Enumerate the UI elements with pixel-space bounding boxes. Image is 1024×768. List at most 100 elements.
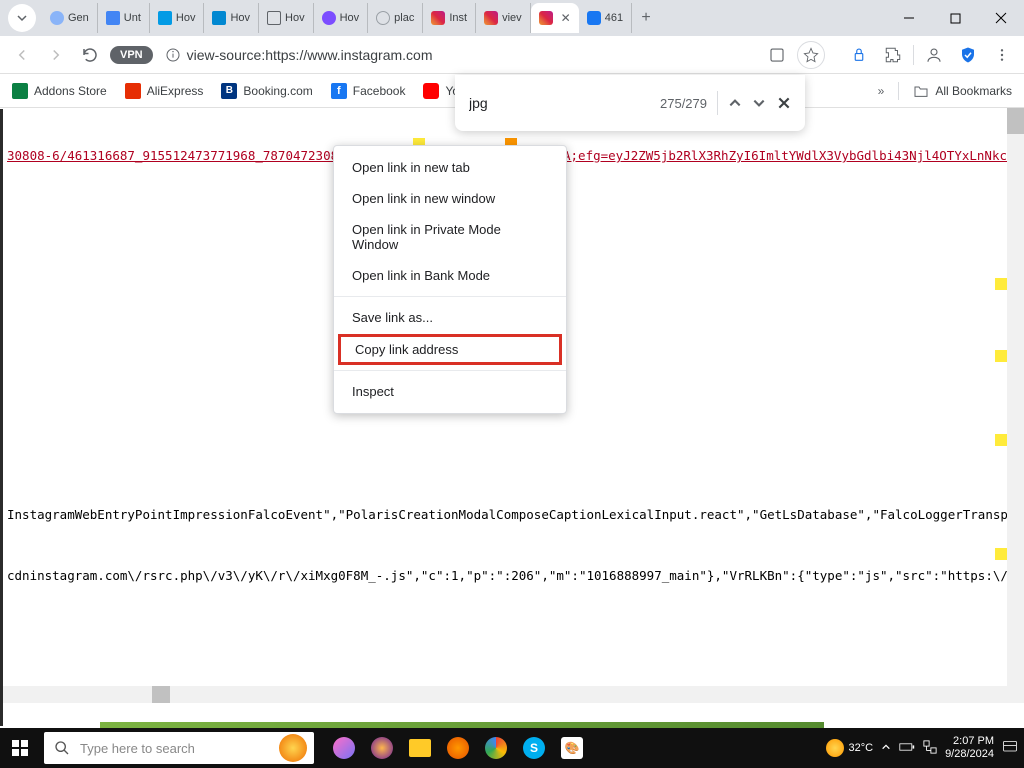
info-icon xyxy=(165,47,181,63)
find-bar: 275/279 xyxy=(455,75,805,131)
security-icon[interactable] xyxy=(845,41,873,69)
taskbar-chrome[interactable] xyxy=(481,733,511,763)
menu-separator xyxy=(334,296,566,297)
tab-strip: Gen Unt Hov Hov Hov Hov plac Inst viev ✕… xyxy=(0,0,1024,36)
tab-label: viev xyxy=(502,12,522,24)
ctx-copy-link[interactable]: Copy link address xyxy=(338,334,562,365)
taskbar-paint[interactable]: 🎨 xyxy=(557,733,587,763)
bookmark-addons[interactable]: Addons Store xyxy=(12,83,107,99)
find-highlight xyxy=(995,434,1007,446)
url-box[interactable]: view-source:https://www.instagram.com xyxy=(159,47,757,63)
find-close-button[interactable] xyxy=(777,92,791,114)
tab-hov-4[interactable]: Hov xyxy=(314,3,369,33)
window-edge xyxy=(0,109,3,726)
start-button[interactable] xyxy=(0,728,40,768)
bookmarks-overflow-icon[interactable]: » xyxy=(878,84,885,98)
tray-chevron-icon[interactable] xyxy=(881,742,891,755)
tab-label: Hov xyxy=(340,12,360,24)
taskbar-search[interactable]: Type here to search xyxy=(44,732,314,764)
bookmark-facebook[interactable]: fFacebook xyxy=(331,83,406,99)
source-link-2[interactable]: A;efg=eyJ2ZW5jb2RlX3RhZyI6ImltYWdlX3VybG… xyxy=(563,148,1022,163)
scrollbar-thumb[interactable] xyxy=(152,686,170,703)
tab-hov-3[interactable]: Hov xyxy=(259,3,314,33)
tab-gen[interactable]: Gen xyxy=(42,3,98,33)
bookmark-booking[interactable]: BBooking.com xyxy=(221,83,312,99)
forward-button[interactable] xyxy=(42,41,70,69)
all-bookmarks-label: All Bookmarks xyxy=(935,84,1012,98)
taskbar-browser[interactable] xyxy=(367,733,397,763)
weather-icon[interactable]: 32°C xyxy=(826,739,873,757)
maximize-button[interactable] xyxy=(932,0,978,36)
find-input[interactable] xyxy=(469,95,650,111)
tray-notifications-icon[interactable] xyxy=(1002,739,1018,758)
shield-icon[interactable] xyxy=(954,41,982,69)
taskbar-explorer[interactable] xyxy=(405,733,435,763)
horizontal-scrollbar[interactable] xyxy=(0,686,1007,703)
taskbar-firefox[interactable] xyxy=(443,733,473,763)
clock-date: 9/28/2024 xyxy=(945,748,994,761)
tab-unt[interactable]: Unt xyxy=(98,3,150,33)
tray-network-icon[interactable] xyxy=(923,740,937,757)
tab-hov-2[interactable]: Hov xyxy=(204,3,259,33)
tab-plac[interactable]: plac xyxy=(368,3,423,33)
source-text: InstagramWebEntryPointImpressionFalcoEve… xyxy=(7,507,1024,522)
reader-icon[interactable] xyxy=(763,41,791,69)
tab-hov-1[interactable]: Hov xyxy=(150,3,205,33)
search-placeholder: Type here to search xyxy=(80,741,195,756)
search-icon xyxy=(54,740,70,756)
find-highlight xyxy=(995,278,1007,290)
source-link-1[interactable]: 30808-6/461316687_915512473771968_787047… xyxy=(7,148,353,163)
extensions-icon[interactable] xyxy=(879,41,907,69)
ctx-open-private[interactable]: Open link in Private Mode Window xyxy=(334,214,566,260)
tray-battery-icon[interactable] xyxy=(899,741,915,756)
tab-search-dropdown[interactable] xyxy=(8,4,36,32)
profile-icon[interactable] xyxy=(920,41,948,69)
weather-text: 32°C xyxy=(848,742,873,754)
vertical-scrollbar[interactable] xyxy=(1007,108,1024,703)
taskbar-skype[interactable]: S xyxy=(519,733,549,763)
search-highlight-icon xyxy=(279,734,307,762)
bookmark-label: Addons Store xyxy=(34,84,107,98)
find-count: 275/279 xyxy=(660,96,707,111)
find-next-button[interactable] xyxy=(752,92,766,114)
tab-label: Hov xyxy=(176,12,196,24)
back-button[interactable] xyxy=(8,41,36,69)
find-highlight xyxy=(995,350,1007,362)
tab-461[interactable]: 461 xyxy=(579,3,632,33)
ctx-open-new-window[interactable]: Open link in new window xyxy=(334,183,566,214)
ctx-save-link[interactable]: Save link as... xyxy=(334,302,566,333)
taskbar-copilot[interactable] xyxy=(329,733,359,763)
chevron-down-icon xyxy=(16,12,28,24)
tab-label: Unt xyxy=(124,12,141,24)
find-prev-button[interactable] xyxy=(728,92,742,114)
close-icon[interactable]: ✕ xyxy=(561,11,571,25)
new-tab-button[interactable]: + xyxy=(632,9,660,27)
context-menu: Open link in new tab Open link in new wi… xyxy=(333,145,567,414)
tab-label: plac xyxy=(394,12,414,24)
bookmark-star-icon[interactable] xyxy=(797,41,825,69)
clock-time: 2:07 PM xyxy=(945,735,994,748)
menu-icon[interactable] xyxy=(988,41,1016,69)
bookmark-label: Booking.com xyxy=(243,84,312,98)
ctx-open-bank[interactable]: Open link in Bank Mode xyxy=(334,260,566,291)
reload-button[interactable] xyxy=(76,41,104,69)
find-highlight xyxy=(995,548,1007,560)
vpn-badge[interactable]: VPN xyxy=(110,46,153,64)
ctx-open-new-tab[interactable]: Open link in new tab xyxy=(334,152,566,183)
tab-viev[interactable]: viev xyxy=(476,3,531,33)
bookmark-youtube[interactable]: Yo xyxy=(423,83,459,99)
tab-label: Hov xyxy=(230,12,250,24)
system-tray: 32°C 2:07 PM 9/28/2024 xyxy=(826,735,1024,761)
folder-icon xyxy=(913,84,929,98)
menu-separator xyxy=(334,370,566,371)
close-window-button[interactable] xyxy=(978,0,1024,36)
scrollbar-thumb[interactable] xyxy=(1007,108,1024,134)
tab-active[interactable]: ✕ xyxy=(531,3,579,33)
address-bar: VPN view-source:https://www.instagram.co… xyxy=(0,36,1024,74)
bookmark-aliexpress[interactable]: AliExpress xyxy=(125,83,204,99)
tab-inst[interactable]: Inst xyxy=(423,3,476,33)
taskbar-clock[interactable]: 2:07 PM 9/28/2024 xyxy=(945,735,994,761)
ctx-inspect[interactable]: Inspect xyxy=(334,376,566,407)
all-bookmarks[interactable]: All Bookmarks xyxy=(913,84,1012,98)
minimize-button[interactable] xyxy=(886,0,932,36)
